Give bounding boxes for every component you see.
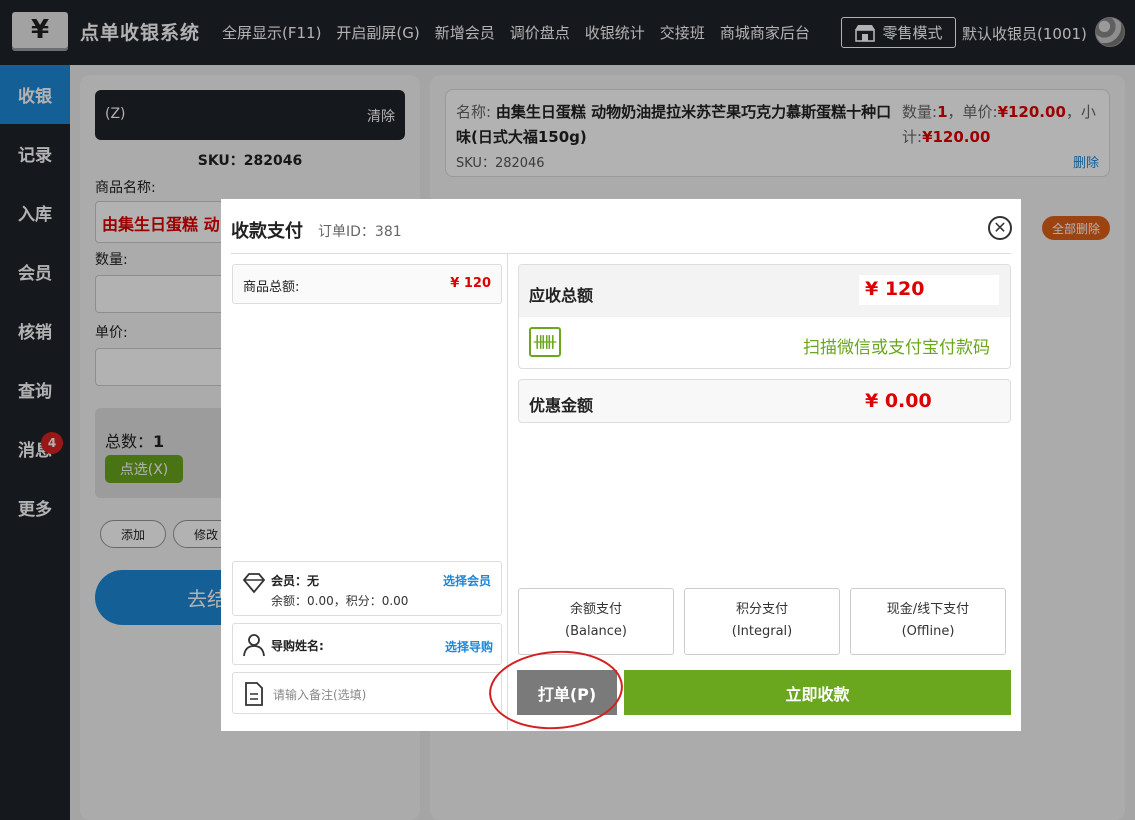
member-balance: 余额：0.00，积分：0.00 (271, 594, 409, 608)
diamond-icon (242, 573, 266, 594)
print-order-button[interactable]: 打单(P) (517, 670, 617, 715)
person-icon (243, 634, 265, 657)
receivable-header: 应收总额 ¥ 120 (519, 265, 1010, 317)
receivable-value[interactable]: ¥ 120 (859, 275, 999, 305)
dialog-column-divider (507, 254, 508, 730)
discount-block: 优惠金额 ¥ 0.00 (518, 379, 1011, 423)
member-row: 会员：无 余额：0.00，积分：0.00 选择会员 (232, 561, 502, 616)
discount-label: 优惠金额 (529, 396, 594, 415)
document-icon (245, 682, 263, 706)
remark-placeholder: 请输入备注(选填) (273, 688, 367, 702)
select-guide-link[interactable]: 选择导购 (445, 638, 493, 655)
sales-guide-row: 导购姓名: 选择导购 (232, 623, 502, 665)
sales-guide-label: 导购姓名: (271, 639, 324, 653)
collect-payment-button[interactable]: 立即收款 (624, 670, 1011, 715)
order-id: 订单ID：381 (318, 224, 402, 240)
goods-total-label: 商品总额: (243, 280, 300, 295)
select-member-link[interactable]: 选择会员 (443, 572, 491, 589)
close-icon[interactable]: ✕ (988, 216, 1012, 240)
goods-total: 商品总额: ¥ 120 (232, 264, 502, 304)
receivable-block: 应收总额 ¥ 120 扫描微信或支付宝付款码 (518, 264, 1011, 369)
dialog-divider (231, 253, 1011, 254)
goods-total-value: ¥ 120 (450, 276, 491, 291)
member-label: 会员：无 (271, 574, 320, 588)
balance-pay-button[interactable]: 余额支付 (Balance) (518, 588, 674, 655)
remark-input[interactable]: 请输入备注(选填) (232, 672, 502, 714)
payment-dialog: 收款支付 订单ID：381 ✕ 商品总额: ¥ 120 会员：无 余额：0.00… (221, 199, 1021, 731)
barcode-scan-icon (529, 327, 561, 357)
points-pay-button[interactable]: 积分支付 (Integral) (684, 588, 840, 655)
discount-value: ¥ 0.00 (865, 390, 932, 412)
receivable-label: 应收总额 (529, 286, 594, 305)
scan-payment-hint: 扫描微信或支付宝付款码 (803, 338, 990, 358)
dialog-title: 收款支付 (231, 221, 303, 242)
offline-pay-button[interactable]: 现金/线下支付 (Offline) (850, 588, 1006, 655)
